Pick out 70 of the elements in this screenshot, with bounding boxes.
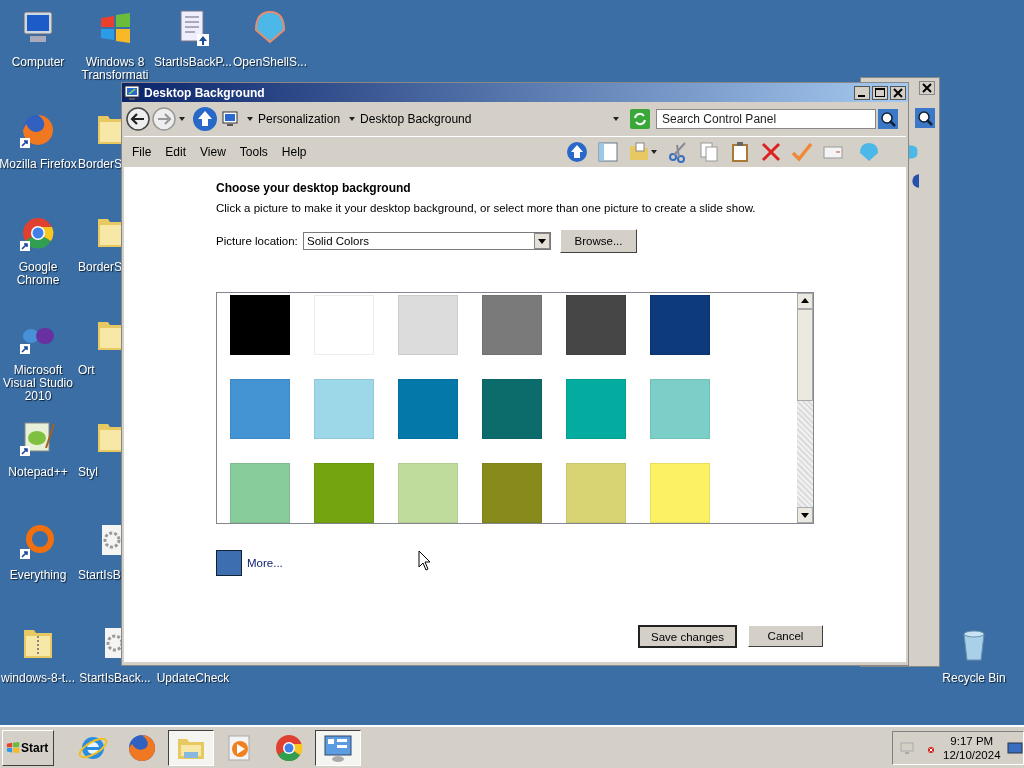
scroll-thumb[interactable] <box>797 309 813 401</box>
folder-icon[interactable] <box>168 729 214 766</box>
scrollbar[interactable] <box>797 293 813 523</box>
menu-item[interactable]: Edit <box>165 145 187 159</box>
icon-label: Recycle Bin <box>942 672 1006 685</box>
scissors-icon[interactable] <box>667 141 689 163</box>
windows-logo-icon <box>6 740 20 755</box>
icon-label: Styl <box>78 466 98 479</box>
more-link[interactable]: More... <box>247 557 283 569</box>
close-icon[interactable] <box>919 81 935 95</box>
delete-icon[interactable] <box>760 141 782 163</box>
icon-label: Everything <box>9 569 67 582</box>
breadcrumb-item[interactable]: Personalization <box>258 112 341 126</box>
monitor-icon <box>222 111 238 127</box>
scroll-up-icon[interactable] <box>797 293 813 309</box>
window-title: Desktop Background <box>144 85 266 100</box>
color-swatch[interactable] <box>216 550 242 576</box>
search-field[interactable]: Search Control Panel <box>656 109 876 129</box>
menu-item[interactable]: File <box>132 145 152 159</box>
minimize-icon[interactable] <box>854 85 870 100</box>
cancel-button[interactable]: Cancel <box>748 625 823 647</box>
monitor-icon <box>124 84 140 101</box>
checkmark-icon[interactable] <box>791 141 813 163</box>
caret-icon[interactable] <box>650 148 658 156</box>
icon-label: BorderS <box>78 261 123 274</box>
field-label: Picture location: <box>216 235 299 247</box>
show-desktop-icon[interactable] <box>1007 739 1023 756</box>
caret-icon[interactable] <box>612 115 620 123</box>
icon-label: Notepad++ <box>8 466 68 479</box>
menu-item[interactable]: Tools <box>239 145 268 159</box>
icon-label: Google Chrome <box>15 261 61 287</box>
caret-icon[interactable] <box>246 115 254 123</box>
clock-date[interactable]: 12/10/2024 <box>943 747 1001 762</box>
page-heading: Choose your desktop background <box>216 181 412 195</box>
scroll-down-icon[interactable] <box>797 507 813 523</box>
icon-label: StartIsB <box>78 569 121 582</box>
close-icon[interactable] <box>890 85 906 100</box>
copy-icon[interactable] <box>698 141 720 163</box>
caret-icon[interactable] <box>178 115 186 123</box>
menu-item[interactable]: View <box>200 145 226 159</box>
icon-label: Computer <box>11 56 65 69</box>
picture-location-dropdown[interactable]: Solid Colors <box>303 232 551 250</box>
icon-label: BorderS <box>78 158 123 171</box>
icon-label: OpenShellS... <box>232 56 307 69</box>
icon-label: Windows 8 Transformati <box>80 56 150 82</box>
browse-button[interactable]: Browse... <box>560 229 637 253</box>
icon-label: Microsoft Visual Studio 2010 <box>2 364 74 403</box>
clipboard-icon[interactable] <box>729 141 751 163</box>
icon-label: StartIsBack... <box>79 672 151 685</box>
start-button[interactable]: Start <box>2 729 54 766</box>
search-icon[interactable] <box>915 108 935 128</box>
save-changes-button[interactable]: Save changes <box>638 625 737 648</box>
back-icon[interactable] <box>126 107 150 131</box>
description: Click a picture to make it your desktop background, or select more than one picture to create a slide show. <box>216 202 757 214</box>
panel-icon[interactable] <box>597 141 619 163</box>
icon-label: StartIsBackP... <box>154 56 232 69</box>
menu-item[interactable]: Help <box>281 145 307 159</box>
control-panel-icon[interactable] <box>315 729 361 766</box>
icon-label: UpdateCheck <box>156 672 230 685</box>
maximize-icon[interactable] <box>872 85 888 100</box>
icon-label: windows-8-t... <box>1 672 75 685</box>
icon-label: Mozilla Firefox <box>0 158 77 171</box>
address-bar[interactable]: Personalization Desktop Background <box>222 109 622 129</box>
refresh-icon[interactable] <box>630 109 650 129</box>
clock-time[interactable]: 9:17 PM <box>950 733 994 748</box>
breadcrumb-item[interactable]: Desktop Background <box>360 112 472 126</box>
icon-label: Ort <box>78 364 95 377</box>
caret-icon[interactable] <box>348 115 357 123</box>
cursor-icon <box>418 550 432 572</box>
search-icon[interactable] <box>878 109 898 129</box>
